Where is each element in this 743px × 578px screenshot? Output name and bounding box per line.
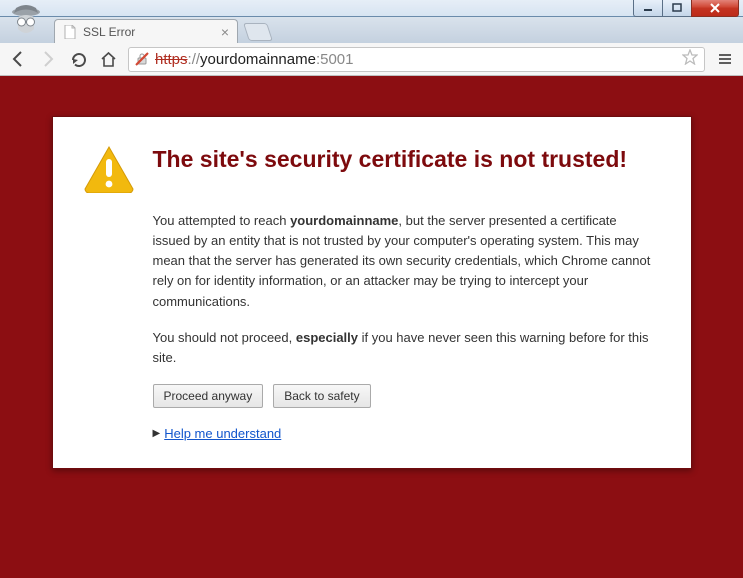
url-port: :5001 — [316, 51, 354, 68]
browser-tab[interactable]: SSL Error × — [54, 19, 238, 43]
button-row: Proceed anyway Back to safety — [153, 384, 657, 408]
insecure-lock-icon — [135, 52, 149, 66]
chrome-menu-button[interactable] — [715, 49, 735, 69]
error-domain: yourdomainname — [290, 213, 398, 228]
tab-title: SSL Error — [83, 25, 135, 39]
reload-button[interactable] — [68, 49, 88, 69]
url-host: yourdomainname — [200, 51, 316, 68]
url-scheme: https — [155, 51, 188, 68]
home-button[interactable] — [98, 49, 118, 69]
incognito-icon — [6, 3, 46, 41]
expand-triangle-icon[interactable]: ▶ — [153, 426, 161, 442]
page-icon — [63, 25, 77, 39]
window-titlebar — [0, 0, 743, 17]
card-body: You attempted to reach yourdomainname, b… — [153, 211, 657, 444]
page-viewport: The site's security certificate is not t… — [0, 76, 743, 578]
url-separator: :// — [188, 51, 201, 68]
tab-strip: SSL Error × — [0, 17, 743, 43]
back-button[interactable] — [8, 49, 28, 69]
error-paragraph-1: You attempted to reach yourdomainname, b… — [153, 211, 657, 312]
bookmark-star-icon[interactable] — [682, 49, 698, 69]
help-me-understand-link[interactable]: Help me understand — [164, 424, 281, 444]
help-row: ▶ Help me understand — [153, 424, 657, 444]
tab-close-button[interactable]: × — [221, 25, 229, 39]
warning-icon — [83, 145, 135, 193]
proceed-anyway-button[interactable]: Proceed anyway — [153, 384, 264, 408]
browser-toolbar: https://yourdomainname:5001 — [0, 43, 743, 76]
forward-button[interactable] — [38, 49, 58, 69]
address-bar[interactable]: https://yourdomainname:5001 — [128, 47, 705, 72]
error-paragraph-2: You should not proceed, especially if yo… — [153, 328, 657, 368]
window-minimize-button[interactable] — [633, 0, 663, 17]
window-maximize-button[interactable] — [662, 0, 692, 17]
card-header: The site's security certificate is not t… — [83, 145, 657, 193]
ssl-error-card: The site's security certificate is not t… — [52, 116, 692, 469]
window-close-button[interactable] — [691, 0, 739, 17]
new-tab-button[interactable] — [243, 23, 273, 41]
url-text: https://yourdomainname:5001 — [155, 51, 354, 68]
window-controls — [634, 0, 739, 17]
back-to-safety-button[interactable]: Back to safety — [273, 384, 370, 408]
error-title: The site's security certificate is not t… — [153, 145, 628, 174]
